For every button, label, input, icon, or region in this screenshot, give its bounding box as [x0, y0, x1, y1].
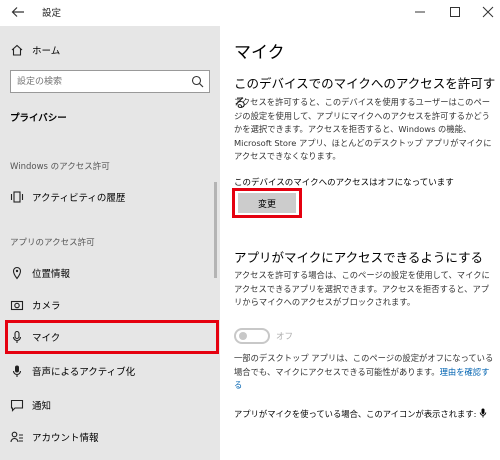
window-title: 設定	[42, 8, 62, 19]
group-title-windows: Windows のアクセス許可	[10, 162, 110, 172]
selected-item-highlight	[5, 320, 219, 354]
sidebar-item-home[interactable]: ホーム	[0, 38, 220, 62]
camera-icon	[10, 300, 24, 311]
back-arrow-icon[interactable]	[10, 4, 26, 20]
sidebar-item-label: アクティビティの履歴	[32, 193, 126, 204]
toggle-knob	[239, 332, 247, 340]
search-icon[interactable]	[191, 75, 204, 88]
search-field[interactable]	[10, 70, 210, 93]
device-access-description: アクセスを許可すると、このデバイスを使用するユーザーはこのページの設定を使用して…	[234, 97, 492, 161]
sidebar-item-label: ホーム	[32, 46, 61, 57]
toggle-state-label: オフ	[276, 332, 294, 342]
minimize-icon[interactable]	[410, 3, 430, 21]
sidebar: ホーム プライバシー Windows のアクセス許可 アクティビティの履歴 アプ…	[0, 26, 220, 460]
sidebar-item-activity-history[interactable]: アクティビティの履歴	[0, 185, 220, 209]
page-title: マイク	[234, 43, 285, 63]
account-info-icon	[10, 431, 23, 443]
title-bar: 設定	[0, 0, 500, 26]
sidebar-item-location[interactable]: 位置情報	[0, 261, 220, 285]
sidebar-item-label: 音声によるアクティブ化	[32, 367, 136, 378]
group-title-apps: アプリのアクセス許可	[10, 238, 95, 248]
app-access-description: アクセスを許可する場合は、このページの設定を使用して、マイクにアクセスできるアプ…	[234, 270, 490, 307]
sidebar-item-notifications[interactable]: 通知	[0, 393, 220, 417]
sidebar-item-account-info[interactable]: アカウント情報	[0, 425, 220, 449]
sidebar-item-label: 通知	[32, 401, 52, 412]
content-pane: マイク このデバイスでのマイクへのアクセスを許可する アクセスを許可すると、この…	[220, 26, 500, 460]
mic-icon-note-text: アプリがマイクを使っている場合、このアイコンが表示されます:	[234, 409, 477, 419]
app-access-heading: アプリがマイクにアクセスできるようにする	[234, 250, 484, 265]
sidebar-item-camera[interactable]: カメラ	[0, 293, 220, 317]
desktop-apps-note: 一部のデスクトップ アプリは、このページの設定がオフになっている場合でも、マイク…	[234, 352, 496, 393]
change-button[interactable]: 変更	[238, 193, 296, 213]
home-icon	[11, 44, 23, 56]
section-title: プライバシー	[10, 113, 67, 124]
search-input[interactable]	[17, 73, 187, 90]
voice-activation-icon	[12, 365, 22, 377]
sidebar-item-label: アカウント情報	[32, 433, 99, 444]
device-access-status: このデバイスのマイクへのアクセスはオフになっています	[234, 178, 454, 188]
microphone-icon	[480, 408, 487, 418]
sidebar-item-label: カメラ	[32, 301, 61, 312]
mic-icon-note: アプリがマイクを使っている場合、このアイコンが表示されます:	[234, 408, 496, 422]
sidebar-item-voice-activation[interactable]: 音声によるアクティブ化	[0, 359, 220, 383]
notification-icon	[10, 399, 24, 412]
location-icon	[12, 266, 22, 280]
activity-history-icon	[10, 191, 24, 203]
close-icon[interactable]	[478, 3, 498, 21]
maximize-icon[interactable]	[445, 3, 465, 21]
app-access-toggle[interactable]	[234, 328, 270, 344]
sidebar-item-label: 位置情報	[32, 269, 71, 280]
